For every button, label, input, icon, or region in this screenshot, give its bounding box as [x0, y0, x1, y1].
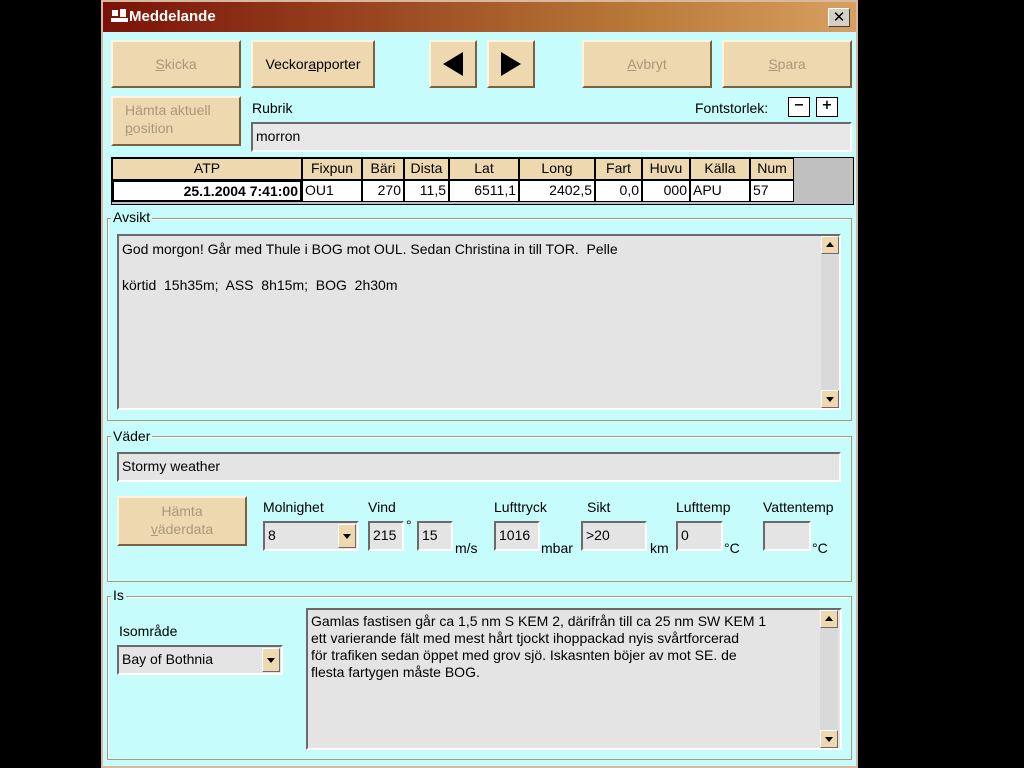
subject-label: Rubrik	[252, 100, 293, 116]
close-button[interactable]: ✕	[828, 8, 850, 27]
close-icon: ✕	[832, 8, 846, 26]
grid-cell-heading[interactable]: 000	[642, 180, 690, 202]
visibility-input[interactable]: >20	[581, 521, 647, 551]
grid-cell-speed[interactable]: 0,0	[595, 180, 642, 202]
triangle-right-icon	[501, 52, 521, 76]
grid-header-lat[interactable]: Lat	[449, 158, 519, 180]
intent-textarea[interactable]: God morgon! Går med Thule i BOG mot OUL.…	[117, 234, 841, 410]
cancel-label-post: vbryt	[636, 56, 667, 72]
air-temp-input[interactable]: 0	[676, 521, 723, 551]
grid-cell-distance[interactable]: 11,5	[404, 180, 449, 202]
ice-area-select[interactable]: Bay of Bothnia	[117, 645, 283, 675]
water-temp-unit: °C	[812, 540, 828, 556]
water-temp-label: Vattentemp	[763, 499, 834, 515]
grid-header-speed[interactable]: Fart	[595, 158, 642, 180]
arrow-up-icon	[826, 242, 834, 247]
chevron-down-icon	[343, 534, 351, 539]
message-window: Meddelande ✕ Skicka Veckorapporter Avbry…	[101, 0, 858, 768]
grid-header-long[interactable]: Long	[519, 158, 595, 180]
grid-header-atp[interactable]: ATP	[112, 158, 302, 180]
arrow-down-icon	[826, 397, 834, 402]
ice-legend: Is	[111, 587, 126, 603]
visibility-unit: km	[650, 540, 669, 556]
wind-speed-input[interactable]: 15	[417, 521, 453, 551]
grid-header-fixpoint[interactable]: Fixpun	[302, 158, 362, 180]
get-position-key: p	[125, 120, 133, 136]
pressure-label: Lufttryck	[494, 499, 547, 515]
visibility-label: Sikt	[587, 499, 611, 515]
water-temp-input[interactable]	[763, 521, 811, 551]
grid-header-bearing[interactable]: Bäri	[362, 158, 404, 180]
next-button[interactable]	[487, 40, 535, 88]
grid-cell-source[interactable]: APU	[690, 180, 750, 202]
ice-scroll-down-button[interactable]	[820, 730, 838, 748]
title-bar[interactable]: Meddelande ✕	[103, 2, 856, 32]
grid-cell-lat[interactable]: 6511,1	[449, 180, 519, 202]
grid-header-number[interactable]: Num	[750, 158, 794, 180]
ice-area-dropdown-button[interactable]	[262, 648, 280, 672]
weekly-label-key: a	[308, 56, 317, 72]
triangle-left-icon	[443, 52, 463, 76]
send-label-key: S	[155, 56, 165, 72]
get-position-line1: Hämta aktuell	[125, 102, 211, 118]
send-button[interactable]: Skicka	[111, 40, 241, 88]
cancel-button[interactable]: Avbryt	[582, 40, 712, 88]
window-title: Meddelande	[129, 8, 216, 25]
ice-area-label: Isområde	[119, 623, 178, 639]
get-weather-key: v	[150, 521, 158, 537]
save-label-key: S	[768, 56, 778, 72]
get-weather-line2: äderdata	[157, 521, 214, 537]
weather-legend: Väder	[111, 428, 153, 444]
weather-description-input[interactable]: Stormy weather	[117, 452, 841, 482]
ship-icon	[111, 9, 128, 22]
pressure-input[interactable]: 1016	[494, 521, 540, 551]
wind-label: Vind	[368, 499, 396, 515]
grid-header-distance[interactable]: Dista	[404, 158, 449, 180]
intent-legend: Avsikt	[111, 209, 153, 225]
ice-scrollbar[interactable]	[820, 610, 838, 748]
cloud-label: Molnighet	[263, 499, 324, 515]
air-temp-unit: °C	[724, 540, 740, 556]
save-label-post: para	[777, 56, 806, 72]
weekly-reports-button[interactable]: Veckorapporter	[251, 40, 375, 88]
pressure-unit: mbar	[541, 540, 573, 556]
grid-header-source[interactable]: Källa	[690, 158, 750, 180]
air-temp-label: Lufttemp	[676, 499, 731, 515]
cloud-dropdown-button[interactable]	[338, 524, 356, 548]
subject-input[interactable]: morron	[251, 122, 852, 152]
arrow-down-icon	[825, 737, 833, 742]
ice-scroll-up-button[interactable]	[820, 610, 838, 628]
get-position-line2: osition	[132, 120, 174, 136]
font-increase-button[interactable]: +	[816, 97, 838, 117]
wind-direction-input[interactable]: 215	[368, 521, 404, 551]
get-weather-line1: Hämta	[161, 503, 203, 519]
grid-cell-atp[interactable]: 25.1.2004 7:41:00	[112, 180, 302, 202]
position-grid: ATP Fixpun Bäri Dista Lat Long Fart Huvu…	[111, 157, 854, 205]
scroll-down-button[interactable]	[821, 390, 839, 408]
weekly-label-pre: Veckor	[265, 56, 309, 72]
send-label-post: kicka	[164, 56, 197, 72]
chevron-down-icon	[267, 658, 275, 663]
scroll-up-button[interactable]	[821, 236, 839, 254]
grid-cell-long[interactable]: 2402,5	[519, 180, 595, 202]
grid-header-heading[interactable]: Huvu	[642, 158, 690, 180]
ice-textarea[interactable]: Gamlas fastisen går ca 1,5 nm S KEM 2, d…	[306, 608, 842, 750]
cancel-label-key: A	[627, 56, 637, 72]
intent-scrollbar[interactable]	[821, 236, 839, 408]
font-decrease-button[interactable]: −	[788, 97, 810, 117]
degree-unit: °	[406, 517, 412, 533]
grid-cell-number[interactable]: 57	[750, 180, 794, 202]
wind-speed-unit: m/s	[455, 540, 478, 556]
grid-cell-bearing[interactable]: 270	[362, 180, 404, 202]
grid-cell-fixpoint[interactable]: OU1	[302, 180, 362, 202]
get-weather-button[interactable]: Hämta väderdata	[117, 496, 247, 546]
plus-icon: +	[821, 98, 833, 113]
font-size-label: Fontstorlek:	[695, 100, 769, 116]
get-position-button[interactable]: Hämta aktuell position	[111, 96, 241, 146]
arrow-up-icon	[825, 616, 833, 621]
weekly-label-post: pporter	[316, 56, 361, 72]
minus-icon: −	[793, 98, 805, 113]
previous-button[interactable]	[429, 40, 477, 88]
save-button[interactable]: Spara	[722, 40, 852, 88]
